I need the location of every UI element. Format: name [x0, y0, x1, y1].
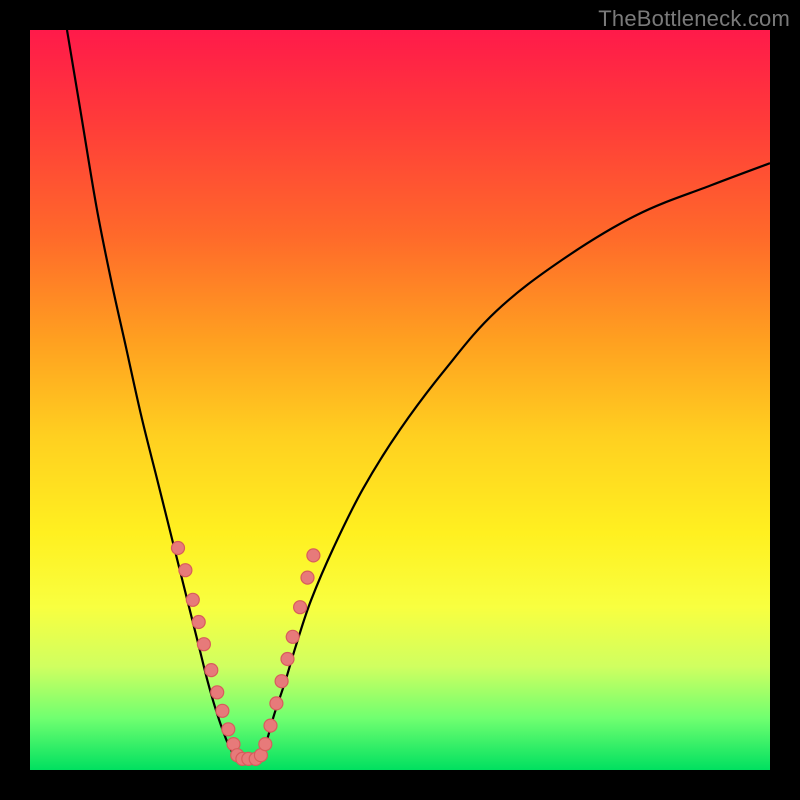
left-curve [67, 30, 237, 759]
data-point [172, 542, 185, 555]
data-point [270, 697, 283, 710]
data-point [222, 723, 235, 736]
data-point [294, 601, 307, 614]
data-point [281, 653, 294, 666]
chart-svg [30, 30, 770, 770]
plot-area [30, 30, 770, 770]
data-point [264, 719, 277, 732]
data-point [192, 616, 205, 629]
watermark-text: TheBottleneck.com [598, 6, 790, 32]
right-curve [259, 163, 770, 759]
data-point [301, 571, 314, 584]
data-point [275, 675, 288, 688]
data-point [286, 630, 299, 643]
data-point [216, 704, 229, 717]
data-point [197, 638, 210, 651]
data-point [307, 549, 320, 562]
data-point [259, 738, 272, 751]
chart-frame: TheBottleneck.com [0, 0, 800, 800]
data-point [211, 686, 224, 699]
data-point [205, 664, 218, 677]
data-point [179, 564, 192, 577]
data-point [186, 593, 199, 606]
